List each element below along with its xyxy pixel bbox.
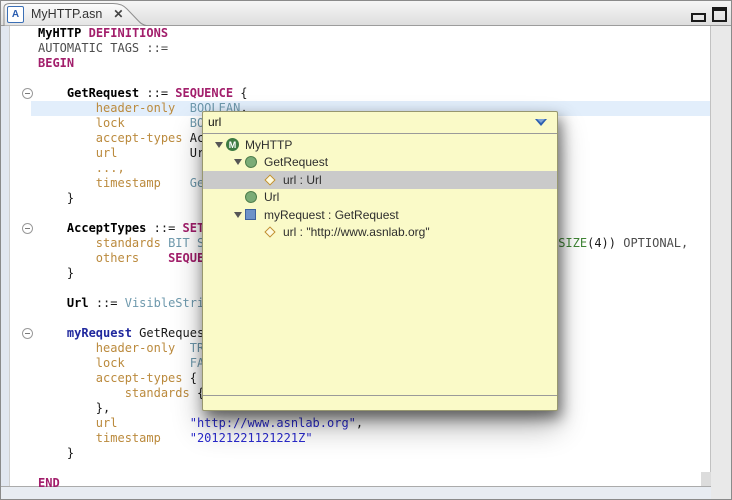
value-icon [245,209,256,221]
tree-item-label: url : "http://www.asnlab.org" [283,225,430,240]
maximize-icon[interactable] [712,7,727,22]
tab-close-icon[interactable]: ✕ [113,7,123,21]
eclipse-editor-window: A MyHTTP.asn ✕ MyHTTP DEFINITIONS AUTOMAT… [0,0,732,500]
outline-tree-item[interactable]: url : Url [203,171,557,189]
tree-item-label: myRequest : GetRequest [264,207,399,222]
dropdown-arrow-icon[interactable] [535,119,547,126]
field-icon [264,174,276,186]
tab-title: MyHTTP.asn [31,7,103,21]
popup-status-bar [203,395,557,410]
outline-tree-item[interactable]: url : "http://www.asnlab.org" [203,224,557,242]
field-icon [264,226,276,238]
module-icon: M [226,138,239,152]
fold-collapse-icon[interactable] [22,88,33,99]
folding-gutter [1,26,37,487]
outline-tree: M MyHTTP GetRequest url : Url Url myRequest :… [203,133,557,395]
quick-outline-popup: url M MyHTTP GetRequest url : Url Url myReque… [202,111,558,411]
code-line: GetRequest ::= SEQUENCE { [66,86,248,100]
overview-ruler[interactable] [710,26,731,499]
code-line: END [38,476,60,487]
expand-arrow-icon[interactable] [233,211,242,218]
tree-item-label: MyHTTP [245,137,293,152]
window-bottom-trim [1,486,711,499]
tree-item-label: GetRequest [264,155,329,170]
code-line: } [38,446,75,460]
fold-collapse-icon[interactable] [22,223,33,234]
tree-item-label: url : Url [283,172,322,187]
fold-collapse-icon[interactable] [22,328,33,339]
code-line: timestamp "20121221121221Z" [95,431,313,445]
outline-tree-item[interactable]: myRequest : GetRequest [203,206,557,224]
tree-item-label: Url [264,190,280,205]
outline-filter-input[interactable]: url [208,115,221,129]
outline-tree-item[interactable]: Url [203,189,557,207]
minimize-icon[interactable] [691,13,706,22]
outline-tree-item[interactable]: GetRequest [203,154,557,172]
asn-file-icon: A [7,5,24,23]
scroll-corner [701,472,711,487]
expand-arrow-icon[interactable] [214,141,223,148]
tab-myhttp[interactable]: A MyHTTP.asn ✕ [7,5,123,23]
code-line: MyHTTP DEFINITIONS [38,26,169,40]
outline-filter-row[interactable]: url [203,112,557,134]
type-icon [245,156,257,169]
outline-tree-item[interactable]: M MyHTTP [203,136,557,154]
type-icon [245,191,257,204]
code-line: url "http://www.asnlab.org", [95,416,364,430]
expand-arrow-icon[interactable] [233,159,242,166]
code-line: BEGIN [38,56,75,70]
code-line: AUTOMATIC TAGS ::= [38,41,169,55]
editor-tab-bar: A MyHTTP.asn ✕ [1,1,731,26]
